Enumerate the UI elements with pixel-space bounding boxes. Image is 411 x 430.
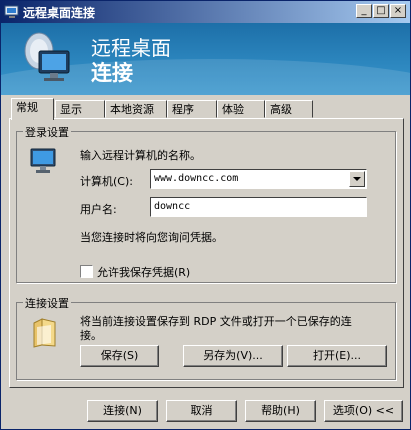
maximize-button[interactable]: □ — [373, 4, 389, 18]
remote-desktop-logo-icon — [24, 32, 70, 81]
username-label: 用户名: — [80, 203, 117, 216]
banner-line-2: 连接 — [91, 61, 133, 85]
tab-general[interactable]: 常规 — [11, 98, 54, 120]
computer-combobox[interactable]: www.downcc.com — [150, 169, 367, 189]
general-tab-panel: 登录设置 输入远程计算机的名称。 计算机(C): www.downcc.com … — [9, 118, 404, 388]
remote-desktop-icon — [4, 5, 19, 18]
connection-settings-legend: 连接设置 — [23, 295, 71, 311]
computer-value: www.downcc.com — [154, 173, 239, 184]
connect-button[interactable]: 连接(N) — [87, 400, 158, 422]
save-as-button[interactable]: 另存为(V)... — [183, 345, 283, 367]
tab-bar: 常规 显示 本地资源 程序 体验 高级 — [9, 98, 404, 120]
computer-icon — [30, 148, 56, 173]
save-button[interactable]: 保存(S) — [80, 345, 159, 367]
open-button[interactable]: 打开(E)... — [287, 345, 387, 367]
chevron-down-icon[interactable] — [349, 171, 365, 187]
tab-programs[interactable]: 程序 — [167, 100, 217, 118]
cancel-button[interactable]: 取消 — [166, 400, 237, 422]
login-settings-group: 登录设置 输入远程计算机的名称。 计算机(C): www.downcc.com … — [16, 124, 396, 283]
tab-display[interactable]: 显示 — [55, 100, 105, 118]
options-button[interactable]: 选项(O) << — [324, 400, 403, 422]
save-credentials-label[interactable]: 允许我保存凭据(R) — [97, 264, 190, 280]
computer-label: 计算机(C): — [80, 175, 133, 188]
window-title: 远程桌面连接 — [23, 6, 96, 20]
minimize-button[interactable]: _ — [356, 4, 372, 18]
help-button[interactable]: 帮助(H) — [245, 400, 316, 422]
credentials-note: 当您连接时将向您询问凭据。 — [80, 231, 223, 244]
save-credentials-checkbox[interactable] — [80, 265, 93, 278]
tab-experience[interactable]: 体验 — [217, 100, 265, 118]
close-button[interactable]: × — [390, 4, 406, 18]
header-banner: 远程桌面 连接 — [1, 23, 410, 95]
tab-advanced[interactable]: 高级 — [265, 100, 313, 118]
title-bar[interactable]: 远程桌面连接 _ □ × — [1, 1, 410, 23]
connection-description-line-1: 将当前连接设置保存到 RDP 文件或打开一个已保存的连 — [80, 315, 352, 328]
tab-local-resources[interactable]: 本地资源 — [105, 100, 167, 118]
connection-description-line-2: 接。 — [80, 329, 102, 342]
folder-icon — [33, 318, 56, 348]
login-settings-legend: 登录设置 — [23, 124, 71, 140]
username-value: downcc — [154, 201, 191, 212]
remote-desktop-window: 远程桌面连接 _ □ × 远程桌面 连接 常规 显示 本地资源 程序 体验 高级… — [0, 0, 411, 430]
computer-name-instruction: 输入远程计算机的名称。 — [80, 149, 201, 162]
connection-settings-group: 连接设置 将当前连接设置保存到 RDP 文件或打开一个已保存的连 接。 保存(S… — [16, 295, 396, 380]
username-field[interactable]: downcc — [150, 197, 367, 217]
